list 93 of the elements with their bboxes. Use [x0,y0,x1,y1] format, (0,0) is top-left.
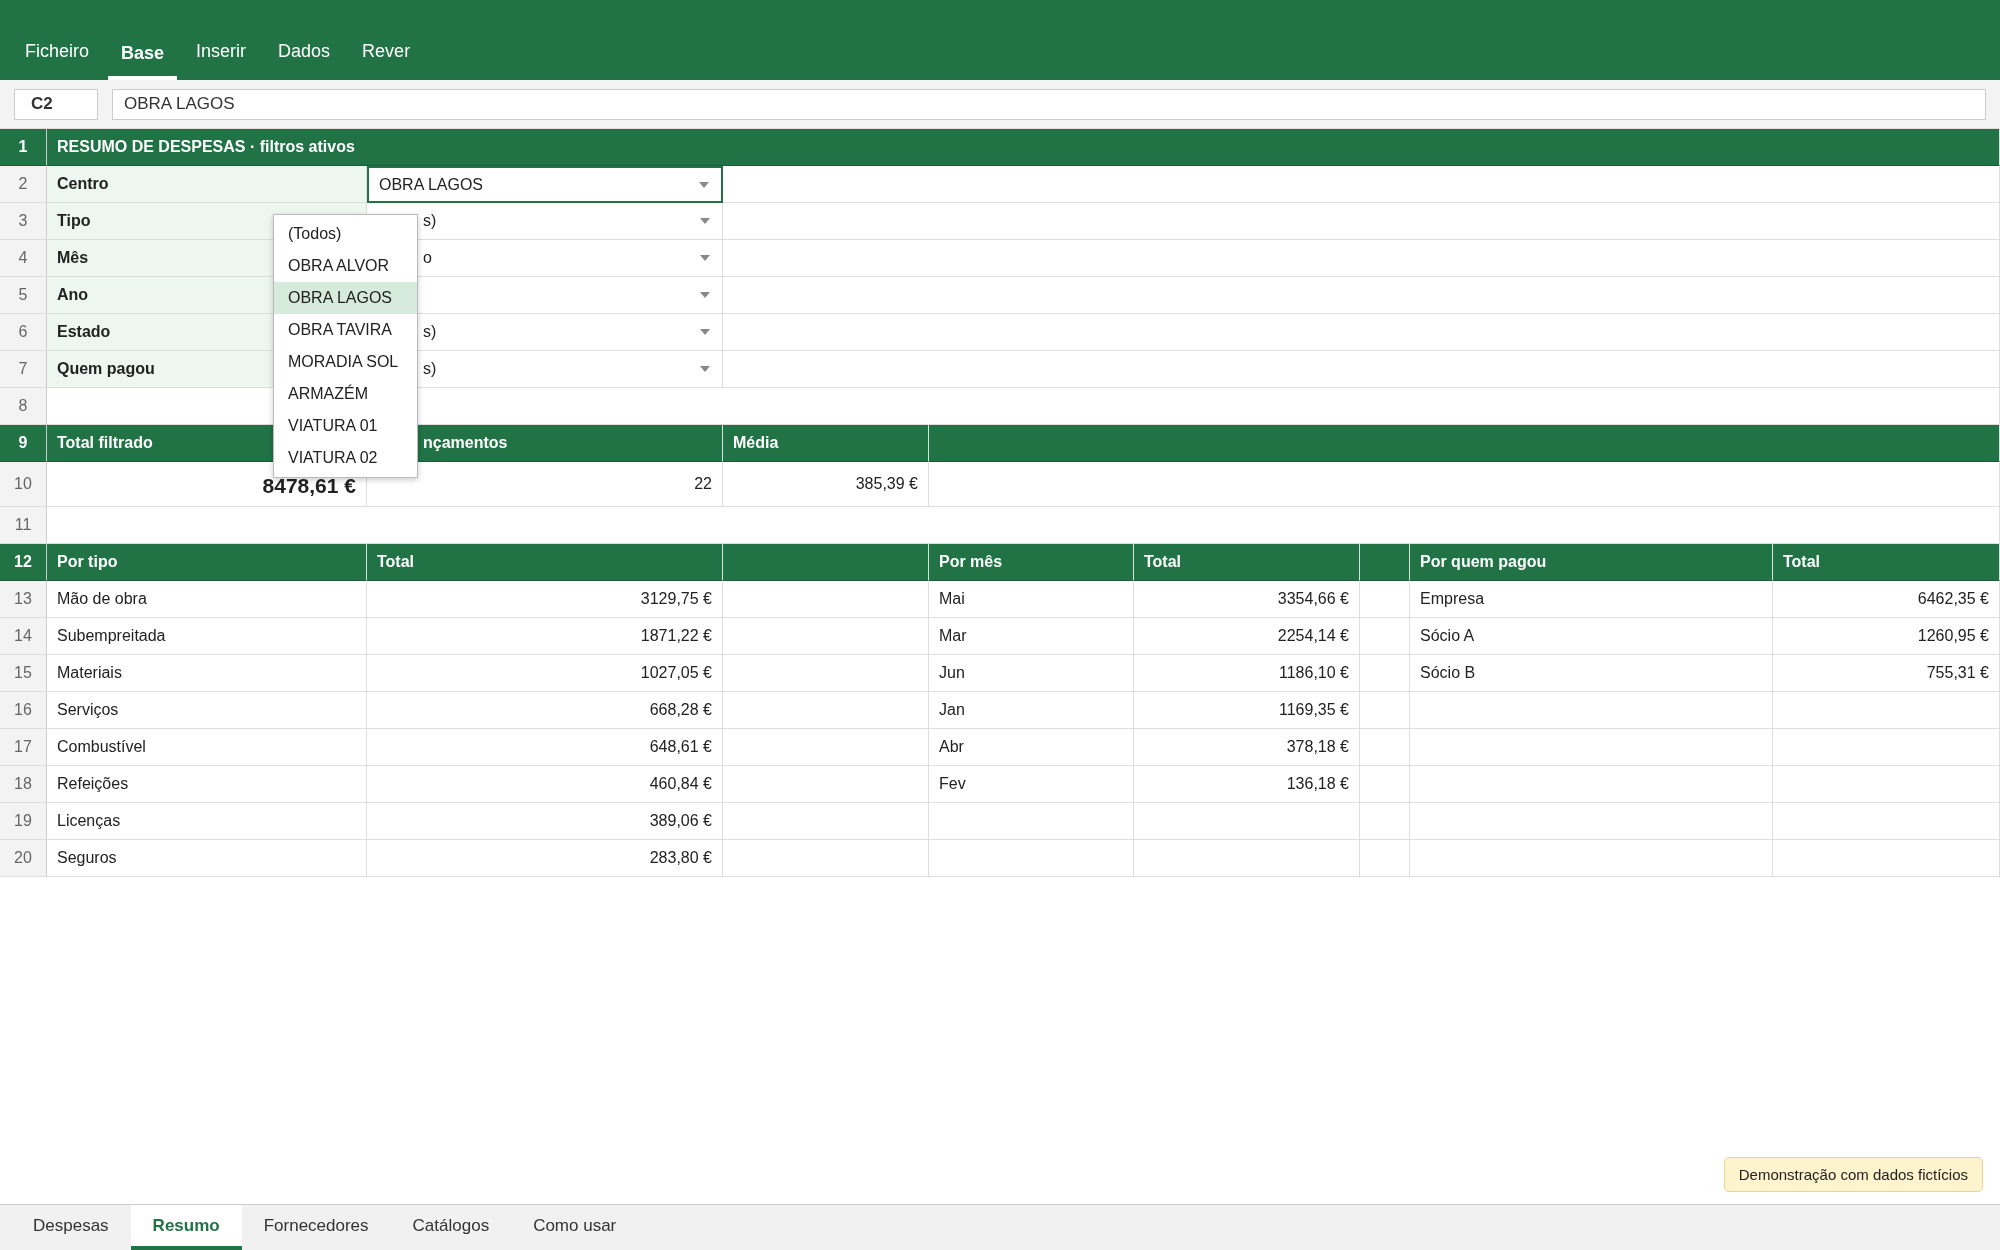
column-header: Por tipo [47,544,367,581]
caret-icon [700,292,710,298]
cell-reference-field[interactable]: C2 [14,88,98,120]
table-cell: 1871,22 € [367,618,723,655]
empty-cell [1360,803,1410,840]
table-cell: Sócio A [1410,618,1773,655]
table-cell: Fev [929,766,1134,803]
table-cell: 378,18 € [1134,729,1360,766]
table-cell: 1186,10 € [1134,655,1360,692]
sheet-tab[interactable]: Despesas [11,1205,131,1250]
caret-icon [699,181,709,188]
empty-cell [1360,840,1410,877]
empty-cell [1360,692,1410,729]
table-cell: 283,80 € [367,840,723,877]
sheet-tab[interactable]: Como usar [511,1205,639,1250]
row-number: 1 [0,129,47,166]
table-cell: 136,18 € [1134,766,1360,803]
row-number: 20 [0,840,47,877]
sheet-title: RESUMO DE DESPESAS · filtros ativos [47,129,2000,166]
table-cell: Jun [929,655,1134,692]
row-number: 16 [0,692,47,729]
column-header: Total [1134,544,1360,581]
table-cell: 3129,75 € [367,581,723,618]
table-cell: 1027,05 € [367,655,723,692]
table-cell: Serviços [47,692,367,729]
row-number: 4 [0,240,47,277]
empty-cell [1360,618,1410,655]
table-cell: 460,84 € [367,766,723,803]
row-number: 14 [0,618,47,655]
table-cell: 3354,66 € [1134,581,1360,618]
empty-cell [1360,729,1410,766]
formula-field[interactable]: OBRA LAGOS [112,88,1986,120]
table-cell: 385,39 € [723,462,929,507]
table-cell: 755,31 € [1773,655,2000,692]
row-number: 13 [0,581,47,618]
caret-icon [700,255,710,261]
table-cell: Empresa [1410,581,1773,618]
row-number: 7 [0,351,47,388]
column-header: Total [367,544,723,581]
row-number: 3 [0,203,47,240]
table-cell: Refeições [47,766,367,803]
empty-cell [1360,655,1410,692]
table-cell: Seguros [47,840,367,877]
table-cell: 1169,35 € [1134,692,1360,729]
row-number: 8 [0,388,47,425]
table-cell: 668,28 € [367,692,723,729]
ribbon-tab[interactable]: Dados [265,41,344,80]
dropdown-option[interactable]: OBRA LAGOS [274,282,417,314]
filter-label: Centro [47,166,367,203]
table-cell: 2254,14 € [1134,618,1360,655]
sheet-tab[interactable]: Catálogos [390,1205,512,1250]
row-number: 18 [0,766,47,803]
column-header: Total [1773,544,2000,581]
caret-icon [700,218,710,224]
header-cell [1360,544,1410,581]
filter-dropdown[interactable]: OBRA LAGOS [367,166,723,203]
table-cell: Jan [929,692,1134,729]
table-cell: Abr [929,729,1134,766]
table-cell: Sócio B [1410,655,1773,692]
table-cell: Combustível [47,729,367,766]
table-cell: 6462,35 € [1773,581,2000,618]
table-cell: Subempreitada [47,618,367,655]
row-number: 11 [0,507,47,544]
table-cell: Mão de obra [47,581,367,618]
column-header: Por quem pagou [1410,544,1773,581]
demo-notice: Demonstração com dados fictícios [1723,1157,1983,1192]
empty-cell [1360,581,1410,618]
table-cell: Mai [929,581,1134,618]
table-cell: 648,61 € [367,729,723,766]
row-number: 10 [0,462,47,507]
row-number: 12 [0,544,47,581]
sheet-tab[interactable]: Resumo [130,1205,242,1250]
table-cell: 389,06 € [367,803,723,840]
column-header: Média [723,425,929,462]
row-number: 5 [0,277,47,314]
column-header: Por mês [929,544,1134,581]
row-number: 2 [0,166,47,203]
row-number: 17 [0,729,47,766]
table-cell: 1260,95 € [1773,618,2000,655]
caret-icon [700,366,710,372]
row-number: 9 [0,425,47,462]
table-cell: Mar [929,618,1134,655]
empty-cell [1360,766,1410,803]
ribbon-tab[interactable]: Ficheiro [12,41,103,80]
row-number: 19 [0,803,47,840]
caret-icon [700,329,710,335]
sheet-tab[interactable]: Fornecedores [241,1205,391,1250]
table-cell: Licenças [47,803,367,840]
table-cell: Materiais [47,655,367,692]
ribbon-tab[interactable]: Inserir [183,41,260,80]
row-number: 15 [0,655,47,692]
row-number: 6 [0,314,47,351]
ribbon-tab[interactable]: Rever [349,41,424,80]
